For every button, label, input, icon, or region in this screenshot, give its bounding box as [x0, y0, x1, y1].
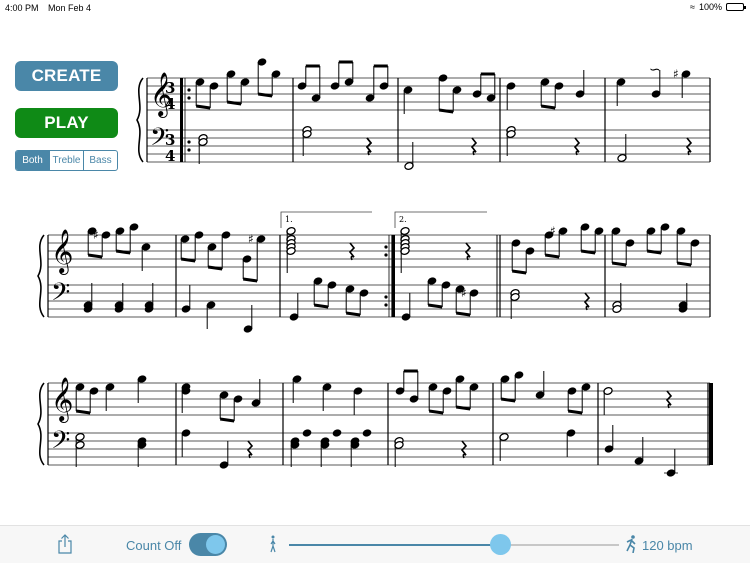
beam [219, 417, 235, 423]
beam [257, 92, 273, 98]
note-head [332, 429, 342, 437]
beam [242, 277, 258, 283]
walk-icon [268, 535, 278, 558]
repeat-dot [384, 253, 388, 257]
note-head [302, 429, 312, 437]
repeat-dot [187, 96, 191, 100]
beam [313, 303, 329, 309]
treble-clef: 𝄞 [51, 377, 73, 423]
beam [438, 108, 454, 114]
sharp-sign: ♯ [248, 232, 254, 246]
toggle-knob [206, 535, 225, 554]
repeat-dot [384, 245, 388, 249]
quarter-rest [573, 137, 581, 156]
bass-clef: 𝄢 [51, 278, 70, 313]
quarter-rest [348, 242, 356, 261]
note-head [362, 429, 372, 437]
beam [180, 257, 196, 263]
bottom-toolbar: Count Off 120 bpm [0, 525, 750, 563]
beam [345, 311, 361, 317]
tempo-label: 120 bpm [642, 538, 693, 553]
repeat-dot [384, 295, 388, 299]
treble-clef: 𝄞 [51, 229, 73, 275]
beam [207, 265, 223, 271]
beam [676, 261, 692, 267]
beam [428, 409, 444, 415]
tempo-slider[interactable] [289, 534, 619, 555]
run-icon [624, 535, 638, 558]
beam [195, 104, 211, 110]
repeat-dot [187, 148, 191, 152]
quarter-rest [583, 292, 591, 311]
tempo-slider-thumb[interactable] [490, 534, 512, 555]
beam [87, 253, 103, 259]
brace [37, 382, 45, 466]
beam [511, 269, 527, 275]
quarter-rest [470, 137, 478, 156]
quarter-rest [460, 440, 468, 459]
repeat-dot [187, 88, 191, 92]
turn-ornament: ∽ [649, 62, 661, 78]
beam [75, 409, 91, 415]
beam [455, 405, 471, 411]
sheet-music: 𝄞𝄢3434𝄞𝄢𝄞𝄢♯∽♯ ♯1. 2.♯♯ [37, 58, 713, 477]
sharp-sign: ♯ [673, 67, 679, 81]
bass-clef: 𝄢 [51, 426, 70, 461]
ending-label: 2. [399, 215, 407, 224]
count-off-toggle[interactable] [189, 533, 227, 556]
beam [540, 104, 556, 110]
sharp-sign: ♯ [550, 224, 556, 238]
beam [455, 311, 471, 317]
repeat-thick-bar [180, 78, 183, 162]
beam [500, 397, 516, 403]
final-barline [709, 383, 713, 465]
beam [611, 261, 627, 267]
brace [37, 234, 45, 318]
quarter-rest [365, 137, 373, 156]
beam [646, 249, 662, 255]
beam [226, 100, 242, 106]
beam [115, 249, 131, 255]
time-sig-bottom: 4 [165, 95, 175, 113]
quarter-rest [464, 242, 472, 261]
ending-bracket [280, 211, 372, 228]
beam [580, 249, 596, 255]
ending-label: 1. [285, 215, 293, 224]
beam [567, 409, 583, 415]
time-sig-bottom: 4 [165, 147, 175, 165]
sharp-sign: ♯ [93, 228, 99, 242]
tempo-slider-fill [289, 544, 501, 546]
share-icon[interactable] [57, 534, 73, 559]
quarter-rest [246, 440, 254, 459]
sharp-sign: ♯ [461, 286, 467, 300]
count-off-label: Count Off [126, 538, 182, 553]
beam [427, 303, 443, 309]
repeat-end-thick [392, 235, 395, 317]
repeat-dot [384, 303, 388, 307]
beam [544, 253, 560, 259]
quarter-rest [685, 137, 693, 156]
ending-bracket [394, 211, 487, 228]
quarter-rest [665, 390, 673, 409]
brace [136, 77, 144, 163]
repeat-dot [187, 140, 191, 144]
